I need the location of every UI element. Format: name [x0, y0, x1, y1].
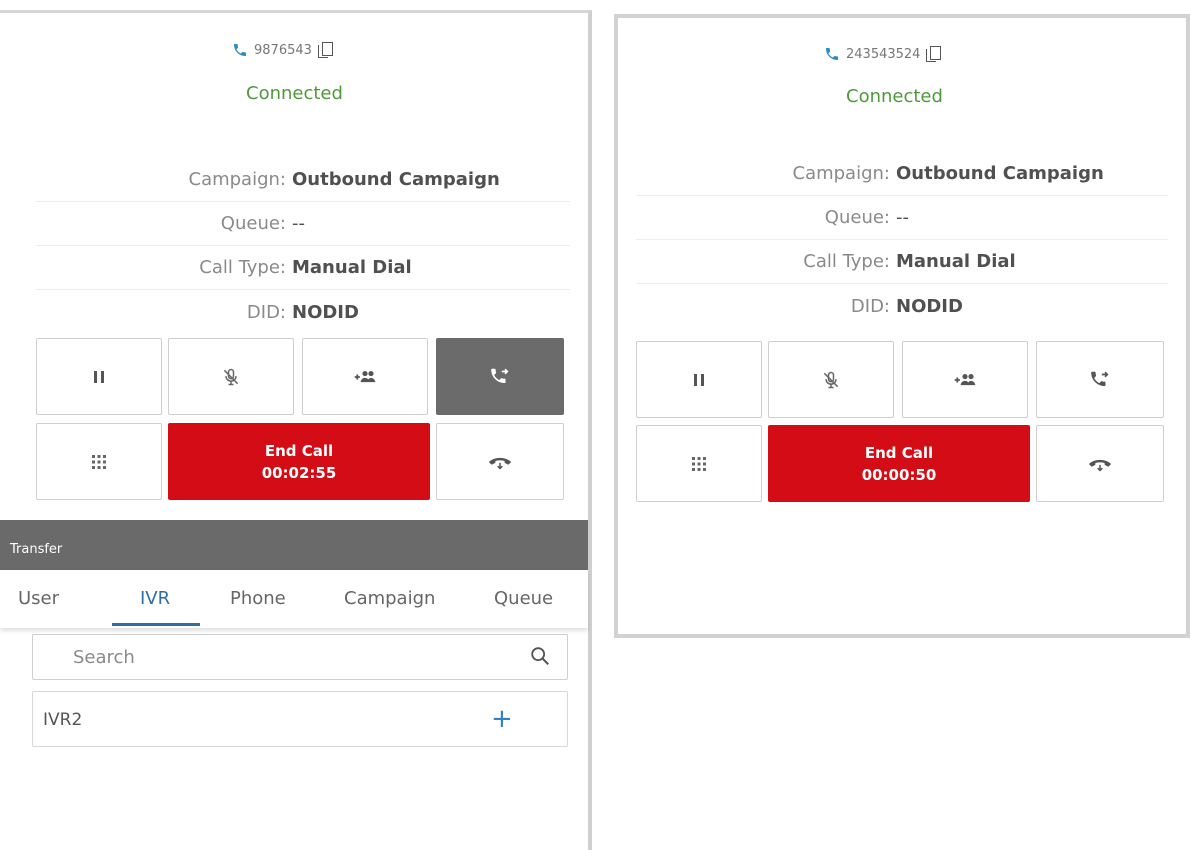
list-item-label: IVR2: [43, 710, 83, 730]
transfer-button[interactable]: [1036, 341, 1164, 418]
campaign-label: Campaign:: [792, 163, 891, 184]
list-item[interactable]: IVR2 +: [32, 691, 568, 747]
hangup-button[interactable]: [436, 423, 564, 500]
right-call-panel: 243543524 Connected Campaign: Outbound C…: [614, 14, 1190, 638]
caller-number-row: 243543524: [824, 46, 942, 62]
tab-campaign[interactable]: Campaign: [344, 588, 435, 609]
end-call-button[interactable]: End Call 00:00:50: [768, 425, 1030, 502]
campaign-label: Campaign:: [188, 169, 287, 190]
dialpad-icon: [692, 456, 706, 471]
transfer-header: Transfer: [0, 520, 588, 570]
conference-button[interactable]: [902, 341, 1028, 418]
queue-label: Queue:: [220, 213, 286, 234]
copy-icon[interactable]: [317, 42, 333, 58]
dialpad-icon: [92, 454, 106, 469]
did-row: DID: NODID: [636, 284, 1168, 328]
conference-button[interactable]: [302, 338, 428, 415]
hangup-button[interactable]: [1036, 425, 1164, 502]
add-participant-icon: [954, 373, 976, 385]
caller-number: 243543524: [846, 46, 921, 62]
pause-icon: [94, 370, 104, 383]
end-call-label: End Call: [864, 443, 934, 462]
hangup-icon: [1088, 459, 1112, 472]
hangup-icon: [488, 457, 512, 470]
pause-icon: [694, 373, 704, 386]
mic-off-icon: [223, 368, 239, 385]
call-timer: 00:02:55: [261, 463, 337, 482]
tab-ivr[interactable]: IVR: [140, 588, 170, 609]
did-row: DID: NODID: [36, 290, 570, 334]
queue-value: --: [292, 213, 305, 234]
add-participant-icon: [354, 370, 376, 382]
call-transfer-icon: [1091, 371, 1109, 386]
tab-user[interactable]: User: [18, 588, 59, 609]
call-timer: 00:00:50: [861, 465, 937, 484]
mute-button[interactable]: [168, 338, 294, 415]
caller-number: 9876543: [254, 42, 312, 58]
mute-button[interactable]: [768, 341, 894, 418]
end-call-label: End Call: [264, 441, 334, 460]
transfer-tabs: User IVR Phone Campaign Queue: [0, 570, 588, 628]
call-type-label: Call Type:: [199, 257, 286, 278]
tab-queue[interactable]: Queue: [494, 588, 553, 609]
search-input[interactable]: [33, 635, 513, 679]
active-tab-indicator: [112, 623, 200, 626]
left-call-panel: 9876543 Connected Campaign: Outbound Cam…: [0, 10, 592, 850]
mic-off-icon: [823, 371, 839, 388]
call-type-value: Manual Dial: [292, 257, 412, 278]
copy-icon[interactable]: [926, 46, 942, 62]
hold-button[interactable]: [36, 338, 162, 415]
queue-label: Queue:: [824, 207, 890, 228]
tab-phone[interactable]: Phone: [230, 588, 286, 609]
call-type-row: Call Type: Manual Dial: [36, 246, 570, 290]
phone-icon: [234, 44, 246, 56]
call-type-value: Manual Dial: [896, 251, 1016, 272]
phone-icon: [826, 48, 838, 60]
did-label: DID:: [850, 295, 890, 317]
caller-number-row: 9876543: [232, 42, 333, 58]
did-value: NODID: [896, 295, 963, 317]
call-type-label: Call Type:: [803, 251, 890, 272]
dialpad-button[interactable]: [36, 423, 162, 500]
campaign-row: Campaign: Outbound Campaign: [36, 158, 570, 202]
search-field[interactable]: [32, 634, 568, 680]
queue-row: Queue: --: [636, 196, 1168, 240]
campaign-value: Outbound Campaign: [896, 163, 1104, 184]
campaign-value: Outbound Campaign: [292, 169, 500, 190]
call-type-row: Call Type: Manual Dial: [636, 240, 1168, 284]
dialpad-button[interactable]: [636, 425, 762, 502]
call-status: Connected: [846, 86, 943, 107]
did-label: DID:: [246, 301, 286, 323]
transfer-button[interactable]: [436, 338, 564, 415]
did-value: NODID: [292, 301, 359, 323]
call-transfer-icon: [491, 368, 509, 383]
plus-icon[interactable]: +: [491, 706, 513, 732]
search-icon[interactable]: [529, 645, 551, 667]
hold-button[interactable]: [636, 341, 762, 418]
call-status: Connected: [246, 83, 343, 104]
campaign-row: Campaign: Outbound Campaign: [636, 152, 1168, 196]
end-call-button[interactable]: End Call 00:02:55: [168, 423, 430, 500]
queue-row: Queue: --: [36, 202, 570, 246]
queue-value: --: [896, 207, 909, 228]
